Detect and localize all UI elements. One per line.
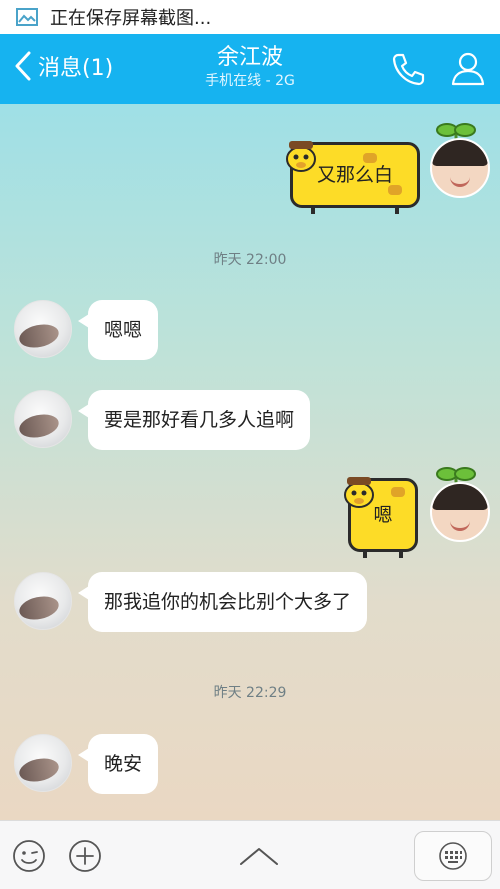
message-text: 晚安 <box>104 753 143 775</box>
message-text: 要是那好看几多人追啊 <box>104 409 295 431</box>
chevron-left-icon <box>15 51 31 81</box>
message-bubble-sent[interactable]: 嗯 <box>344 477 418 558</box>
back-button[interactable]: 消息(1) <box>12 50 113 82</box>
status-text: 正在保存屏幕截图... <box>50 8 212 29</box>
message-text: 又那么白 <box>316 164 393 186</box>
status-bar: 正在保存屏幕截图... <box>0 0 500 34</box>
message-text: 那我追你的机会比别个大多了 <box>104 591 352 613</box>
message-bubble-sent[interactable]: 又那么白 <box>286 141 420 214</box>
keyboard-toggle-button[interactable] <box>414 831 492 881</box>
contact-avatar[interactable] <box>14 572 72 630</box>
timestamp: 昨天 22:00 <box>213 252 287 268</box>
message-text: 嗯嗯 <box>104 319 143 341</box>
my-avatar[interactable] <box>430 138 490 198</box>
chat-header: 消息(1) 余江波 手机在线 - 2G <box>0 34 500 104</box>
message-text: 嗯 <box>373 504 393 526</box>
screenshot-icon <box>16 8 38 26</box>
back-label: 消息(1) <box>38 56 114 81</box>
input-toolbar <box>0 820 500 889</box>
phone-icon[interactable] <box>388 49 428 89</box>
contact-avatar[interactable] <box>14 390 72 448</box>
message-bubble-received[interactable]: 那我追你的机会比别个大多了 <box>77 572 368 632</box>
message-bubble-received[interactable]: 嗯嗯 <box>77 300 159 360</box>
timestamp: 昨天 22:29 <box>213 685 287 701</box>
plus-icon[interactable] <box>68 839 102 873</box>
message-bubble-received[interactable]: 晚安 <box>77 734 159 794</box>
emoji-icon[interactable] <box>12 839 46 873</box>
contact-avatar[interactable] <box>14 734 72 792</box>
contact-avatar[interactable] <box>14 300 72 358</box>
keyboard-icon <box>439 842 467 870</box>
chat-area[interactable]: 又那么白 昨天 22:00 嗯嗯 要是那好看几多人追啊 嗯 那我追你的机会比别个… <box>0 104 500 820</box>
message-bubble-received[interactable]: 要是那好看几多人追啊 <box>77 390 311 450</box>
chevron-up-icon[interactable] <box>238 845 280 867</box>
profile-icon[interactable] <box>448 48 488 88</box>
my-avatar[interactable] <box>430 482 490 542</box>
